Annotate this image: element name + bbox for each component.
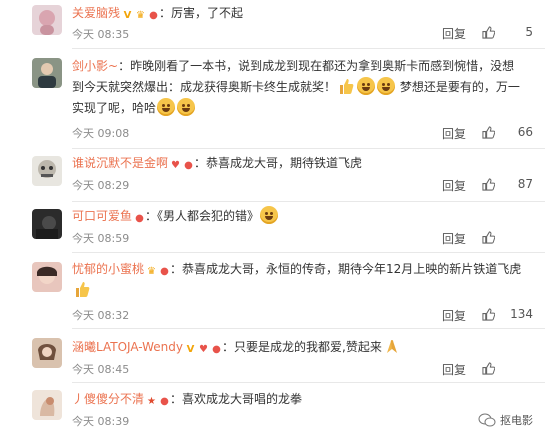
comment-text: ：厉害，了不起 [159,6,244,20]
avatar[interactable] [32,390,62,420]
comment-time: 今天 08:45 [72,363,130,376]
like-count: 134 [510,307,533,321]
like-thumb-icon[interactable] [482,362,495,375]
divider [72,201,545,202]
reply-button[interactable]: 回复 [442,361,466,378]
balloon-icon: ● [184,160,193,171]
star-icon: ★ [147,396,156,407]
grin-emoji-icon [357,77,376,95]
reply-button[interactable]: 回复 [442,307,466,324]
divider [72,252,545,253]
avatar[interactable] [32,209,62,239]
like-thumb-icon[interactable] [482,126,495,139]
vip-crown-icon: ♛ [147,266,156,277]
laugh-emoji-icon [157,98,176,116]
rose-emoji-icon: ♥ [171,160,180,171]
comment-item: 可口可爱鱼 ●：《男人都会犯的错》 今天 08:59 回复 [0,203,545,254]
balloon-icon: ● [160,396,169,407]
thumbs-up-emoji-icon [338,77,354,95]
comment-item: 忧郁的小蜜桃 ♛ ●：恭喜成龙大哥，永恒的传奇，期待今年12月上映的新片铁道飞虎 今… [0,254,545,330]
divider [72,48,545,49]
avatar[interactable] [32,156,62,186]
thumbs-up-emoji-icon [74,280,90,298]
comment-text: ：《男人都会犯的错》 [145,209,260,223]
comment-time: 今天 08:59 [72,232,130,245]
comment-author[interactable]: 谁说沉默不是金啊 [72,156,168,170]
like-thumb-icon[interactable] [482,308,495,321]
like-count: 66 [517,125,533,139]
comment-time: 今天 09:08 [72,127,130,140]
rose-emoji-icon: ♥ [199,344,208,355]
comment-author[interactable]: 涵曦LATOJA-Wendy [72,340,183,354]
watermark: 抠电影 [478,412,533,428]
verified-v-icon: V [123,10,132,21]
like-thumb-icon[interactable] [482,231,495,244]
comment-text: ：恭喜成龙大哥，期待铁道飞虎 [194,156,363,170]
like-thumb-icon[interactable] [482,26,495,39]
comment-author[interactable]: 剑小影~ [72,59,118,73]
reply-button[interactable]: 回复 [442,177,466,194]
balloon-icon: ● [160,266,169,277]
avatar[interactable] [32,58,62,88]
watermark-label: 抠电影 [500,414,533,427]
comment-item: 谁说沉默不是金啊 ♥ ●：恭喜成龙大哥，期待铁道飞虎 今天 08:29 回复 87 [0,150,545,203]
divider [72,382,545,383]
comment-time: 今天 08:29 [72,179,130,192]
avatar[interactable] [32,5,62,35]
comment-time: 今天 08:35 [72,28,130,41]
avatar[interactable] [32,262,62,292]
comment-author[interactable]: 丿傻傻分不清 [72,392,144,406]
pray-hands-emoji-icon [384,337,400,355]
comment-text: ：喜欢成龙大哥唱的龙拳 [170,392,303,406]
like-thumb-icon[interactable] [482,178,495,191]
avatar[interactable] [32,338,62,368]
comment-time: 今天 08:32 [72,309,130,322]
comment-item: 丿傻傻分不清 ★ ●：喜欢成龙大哥唱的龙拳 今天 08:39 [0,384,545,438]
comment-author[interactable]: 可口可爱鱼 [72,209,132,223]
grin-emoji-icon [377,77,396,95]
comment-text: ：只要是成龙的我都爱,赞起来 [222,340,382,354]
comment-list: 关爱脑残 V ♛ ●：厉害，了不起 今天 08:35 回复 5 剑小影~：昨晚刚看了一… [0,0,545,438]
laugh-cry-emoji-icon [260,206,279,224]
divider [72,148,545,149]
verified-v-icon: V [186,344,195,355]
like-count: 5 [525,25,533,39]
comment-author[interactable]: 关爱脑残 [72,6,120,20]
divider [72,328,545,329]
reply-button[interactable]: 回复 [442,230,466,247]
like-count: 87 [517,177,533,191]
balloon-icon: ● [135,213,144,224]
laugh-emoji-icon [177,98,196,116]
balloon-icon: ● [212,344,221,355]
wechat-logo-icon [478,413,496,427]
balloon-icon: ● [149,10,158,21]
comment-text: ：恭喜成龙大哥，永恒的传奇，期待今年12月上映的新片铁道飞虎 [170,262,522,276]
reply-button[interactable]: 回复 [442,125,466,142]
vip-crown-icon: ♛ [136,10,145,21]
comment-item: 涵曦LATOJA-Wendy V ♥ ●：只要是成龙的我都爱,赞起来 今天 08:45… [0,330,545,384]
comment-author[interactable]: 忧郁的小蜜桃 [72,262,144,276]
comment-item: 剑小影~：昨晚刚看了一本书，说到成龙到现在都还为拿到奥斯卡而感到惋惜，没想到今天… [0,50,545,150]
reply-button[interactable]: 回复 [442,25,466,42]
comment-time: 今天 08:39 [72,415,130,428]
comment-item: 关爱脑残 V ♛ ●：厉害，了不起 今天 08:35 回复 5 [0,0,545,50]
